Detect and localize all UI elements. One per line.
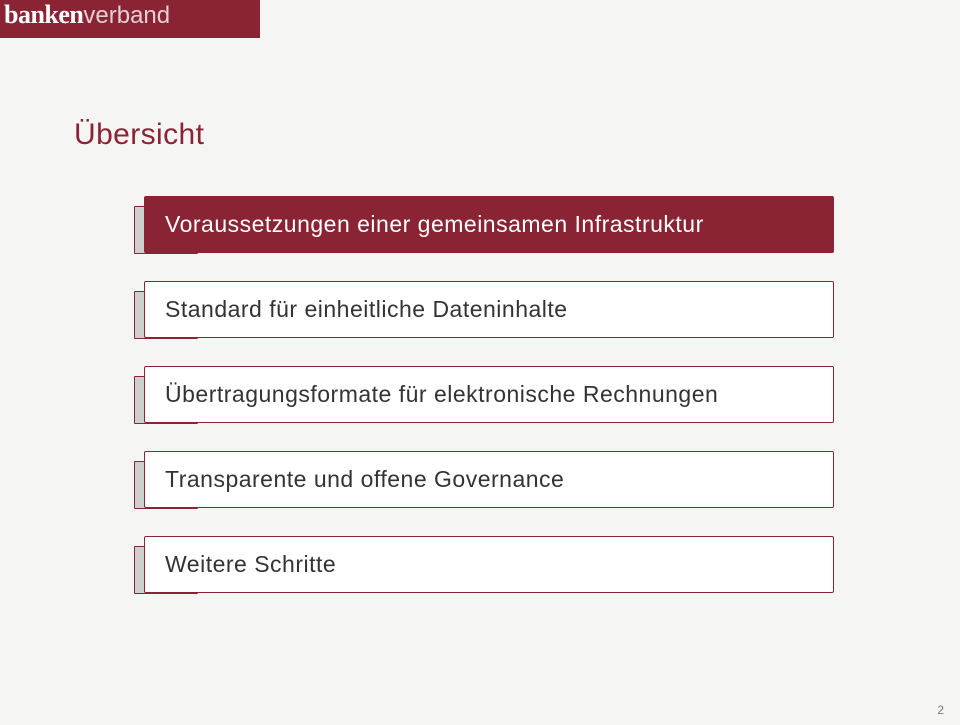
brand-logo: bankenverband <box>0 0 260 38</box>
agenda-list: Voraussetzungen einer gemeinsamen Infras… <box>144 196 834 621</box>
agenda-item-box: Übertragungsformate für elektronische Re… <box>144 366 834 423</box>
brand-logo-bold: banken <box>4 0 83 29</box>
agenda-item: Standard für einheitliche Dateninhalte <box>144 281 834 338</box>
agenda-item: Übertragungsformate für elektronische Re… <box>144 366 834 423</box>
agenda-item: Weitere Schritte <box>144 536 834 593</box>
page-number: 2 <box>937 703 944 717</box>
agenda-item-label: Weitere Schritte <box>165 551 336 577</box>
agenda-item-box: Standard für einheitliche Dateninhalte <box>144 281 834 338</box>
brand-underline <box>0 34 260 38</box>
agenda-item-box: Voraussetzungen einer gemeinsamen Infras… <box>144 196 834 253</box>
brand-logo-light: verband <box>83 2 170 29</box>
agenda-item-label: Übertragungsformate für elektronische Re… <box>165 381 718 407</box>
agenda-item-active: Voraussetzungen einer gemeinsamen Infras… <box>144 196 834 253</box>
agenda-item-box: Transparente und offene Governance <box>144 451 834 508</box>
agenda-item-label: Standard für einheitliche Dateninhalte <box>165 296 568 322</box>
slide-title: Übersicht <box>74 118 204 152</box>
agenda-item-label: Transparente und offene Governance <box>165 466 564 492</box>
agenda-item-box: Weitere Schritte <box>144 536 834 593</box>
agenda-item: Transparente und offene Governance <box>144 451 834 508</box>
agenda-item-label: Voraussetzungen einer gemeinsamen Infras… <box>165 211 704 237</box>
